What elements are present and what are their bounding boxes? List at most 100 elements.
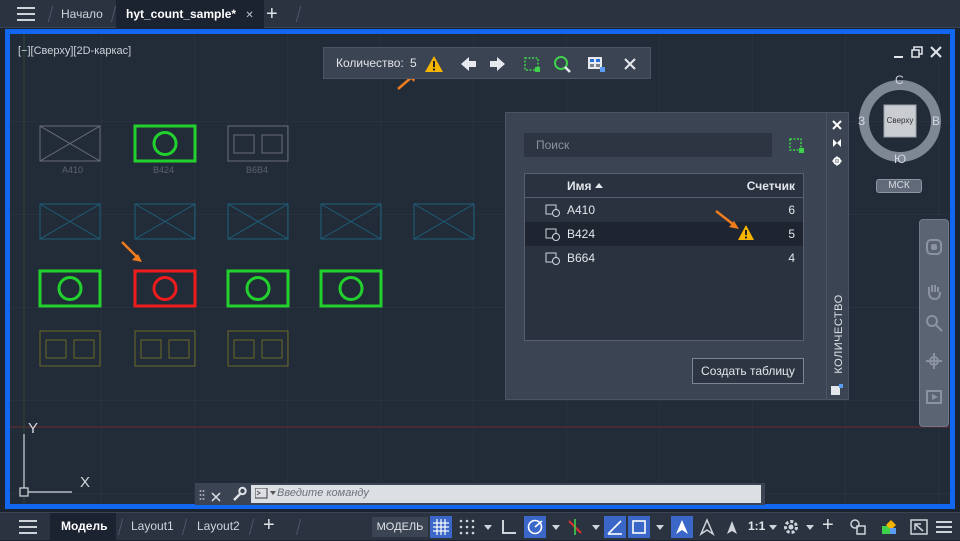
previous-arrow-icon[interactable] — [458, 54, 478, 74]
ucs-menu[interactable]: МСК — [876, 179, 922, 193]
tab-layout1[interactable]: Layout1 — [131, 519, 174, 533]
warning-icon[interactable] — [424, 54, 444, 74]
viewcube[interactable]: С Ю З В Сверху — [855, 73, 945, 166]
polar-tracking-icon[interactable] — [526, 518, 544, 536]
row-count: 5 — [788, 227, 795, 241]
annotation-scale-value[interactable]: 1:1 — [748, 519, 765, 533]
table-row[interactable]: B424 5 — [525, 222, 803, 246]
pan-hand-icon[interactable] — [925, 282, 943, 301]
chevron-down-icon[interactable] — [769, 525, 777, 530]
column-name-header[interactable]: Имя — [567, 179, 592, 193]
menu-icon[interactable] — [936, 518, 954, 536]
hardware-acceleration-icon[interactable] — [880, 518, 898, 536]
orbit-icon[interactable] — [925, 352, 943, 370]
zoom-extents-icon[interactable] — [925, 314, 943, 332]
steering-wheel-icon[interactable] — [925, 238, 943, 256]
tab-drawing-label: hyt_count_sample* — [126, 7, 237, 21]
chevron-down-icon[interactable] — [552, 525, 560, 530]
table-row[interactable]: A410 6 — [525, 198, 803, 222]
palette-title-strip[interactable]: КОЛИЧЕСТВО — [827, 112, 849, 400]
object-snap-icon[interactable] — [630, 518, 648, 536]
close-icon[interactable] — [211, 489, 221, 502]
isodraft-icon[interactable] — [566, 518, 584, 536]
count-palette: Поиск Имя Счетчик A410 6 B424 5 B664 4 С… — [505, 112, 827, 400]
sort-ascending-icon[interactable] — [595, 183, 603, 188]
tab-close-icon[interactable]: ✕ — [245, 10, 253, 21]
drag-handle-icon[interactable] — [199, 488, 205, 500]
table-row[interactable]: B664 4 — [525, 246, 803, 270]
count-table: Имя Счетчик A410 6 B424 5 B664 4 — [524, 173, 804, 341]
command-placeholder: Введите команду — [277, 487, 369, 499]
command-input[interactable]: Введите команду — [251, 485, 761, 503]
command-line: Введите команду — [195, 483, 765, 505]
tab-model[interactable]: Модель — [61, 519, 107, 533]
close-icon[interactable] — [620, 54, 640, 74]
block-label-b6b4: B6B4 — [246, 165, 269, 175]
tab-drawing-active[interactable]: hyt_count_sample* ✕ — [116, 0, 264, 28]
minimize-viewport-icon[interactable] — [894, 46, 904, 58]
new-tab-plus-icon[interactable]: + — [266, 0, 278, 28]
tab-home[interactable]: Начало — [61, 0, 103, 28]
row-name: B664 — [567, 251, 596, 265]
count-value: 5 — [410, 56, 417, 70]
next-arrow-icon[interactable] — [488, 54, 508, 74]
grid-icon[interactable] — [432, 518, 450, 536]
viewcube-south[interactable]: Ю — [894, 152, 906, 166]
viewport-controls-label[interactable]: [−][Сверху][2D-каркас] — [18, 45, 131, 57]
menu-icon[interactable] — [17, 7, 35, 21]
navigation-bar[interactable] — [919, 219, 949, 427]
block-label-a410: A410 — [62, 165, 84, 175]
wrench-icon[interactable] — [231, 486, 247, 502]
viewcube-east[interactable]: В — [932, 114, 940, 128]
ortho-icon[interactable] — [500, 518, 518, 536]
file-tab-bar: Начало hyt_count_sample* ✕ + — [0, 0, 960, 28]
chevron-down-icon[interactable] — [656, 525, 664, 530]
viewcube-north[interactable]: С — [895, 73, 904, 87]
annotation-scale-icon[interactable] — [723, 518, 741, 536]
auto-scale-icon[interactable] — [698, 518, 716, 536]
gear-icon[interactable] — [782, 518, 800, 536]
arrow-to-row-warning — [715, 210, 739, 229]
viewcube-west[interactable]: З — [858, 114, 865, 128]
chevron-down-icon[interactable] — [484, 525, 492, 530]
column-count-header[interactable]: Счетчик — [747, 179, 795, 193]
ucs-y-label: Y — [28, 420, 39, 437]
isolate-objects-icon[interactable] — [849, 518, 867, 536]
chevron-down-icon[interactable] — [592, 525, 600, 530]
insert-table-icon[interactable] — [586, 54, 606, 74]
block-icon — [545, 228, 560, 241]
annotation-visibility-icon[interactable] — [673, 518, 691, 536]
block-label-b424: B424 — [153, 165, 175, 175]
new-layout-plus-icon[interactable]: + — [263, 514, 275, 537]
showmotion-icon[interactable] — [925, 388, 943, 406]
row-count: 4 — [788, 251, 795, 265]
palette-autohide-icon[interactable] — [832, 135, 842, 147]
palette-close-icon[interactable] — [832, 117, 842, 130]
command-prompt-icon[interactable] — [255, 488, 277, 500]
block-icon — [545, 204, 560, 217]
create-table-button[interactable]: Создать таблицу — [692, 358, 804, 384]
select-objects-icon[interactable] — [788, 137, 806, 155]
search-input[interactable]: Поиск — [524, 133, 772, 157]
select-objects-icon[interactable] — [522, 54, 542, 74]
chevron-down-icon[interactable] — [806, 525, 814, 530]
restore-viewport-icon[interactable] — [911, 45, 923, 58]
palette-settings-icon[interactable] — [832, 153, 842, 166]
viewcube-face-top[interactable]: Сверху — [884, 116, 916, 125]
tab-layout2[interactable]: Layout2 — [197, 519, 240, 533]
ucs-x-label: X — [80, 474, 91, 491]
status-bar: Модель Layout1 Layout2 + МОДЕЛЬ 1:1 + — [0, 512, 960, 541]
palette-table-icon — [831, 383, 843, 395]
snap-icon[interactable] — [458, 518, 476, 536]
object-snap-tracking-icon[interactable] — [606, 518, 624, 536]
count-toolbar: Количество: 5 — [323, 47, 651, 79]
menu-icon[interactable] — [19, 520, 37, 534]
model-space-button[interactable]: МОДЕЛЬ — [372, 517, 428, 537]
row-count: 6 — [788, 203, 795, 217]
fullscreen-icon[interactable] — [910, 518, 928, 536]
drawing-viewport[interactable]: A410 B424 B6B4 Y X [−][Сверху][2D-каркас… — [5, 29, 955, 509]
row-name: A410 — [567, 203, 596, 217]
close-viewport-icon[interactable] — [930, 45, 942, 58]
zoom-search-icon[interactable] — [552, 54, 572, 74]
add-plus-icon[interactable]: + — [822, 514, 834, 537]
